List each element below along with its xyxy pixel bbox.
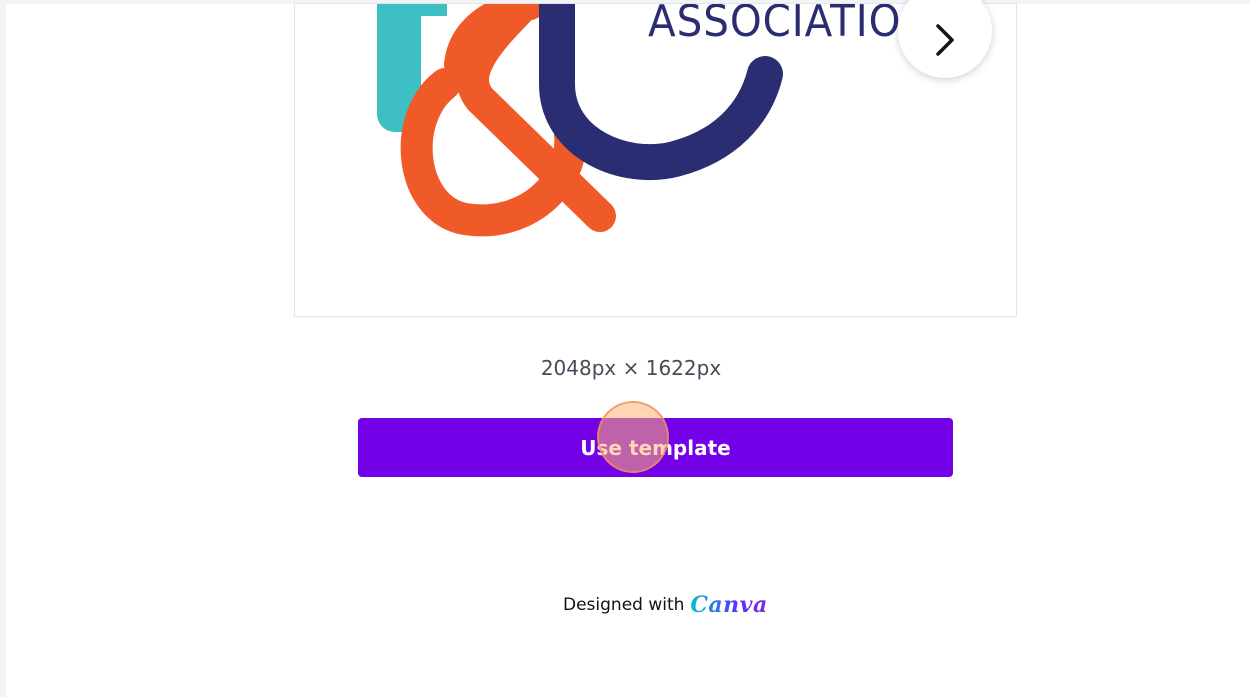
page: ASSOCIATIO 2048px × 1622px Use template … [6,0,1250,697]
designed-with-footer: Designed with Canva [563,592,768,618]
designed-with-label: Designed with [563,595,685,615]
template-dimensions: 2048px × 1622px [540,356,722,380]
use-template-button[interactable]: Use template [358,418,953,477]
canva-logo[interactable]: Canva [690,592,767,618]
chevron-right-icon [936,24,954,56]
teal-shape-top [377,4,447,16]
artwork-text: ASSOCIATIO [648,4,902,47]
